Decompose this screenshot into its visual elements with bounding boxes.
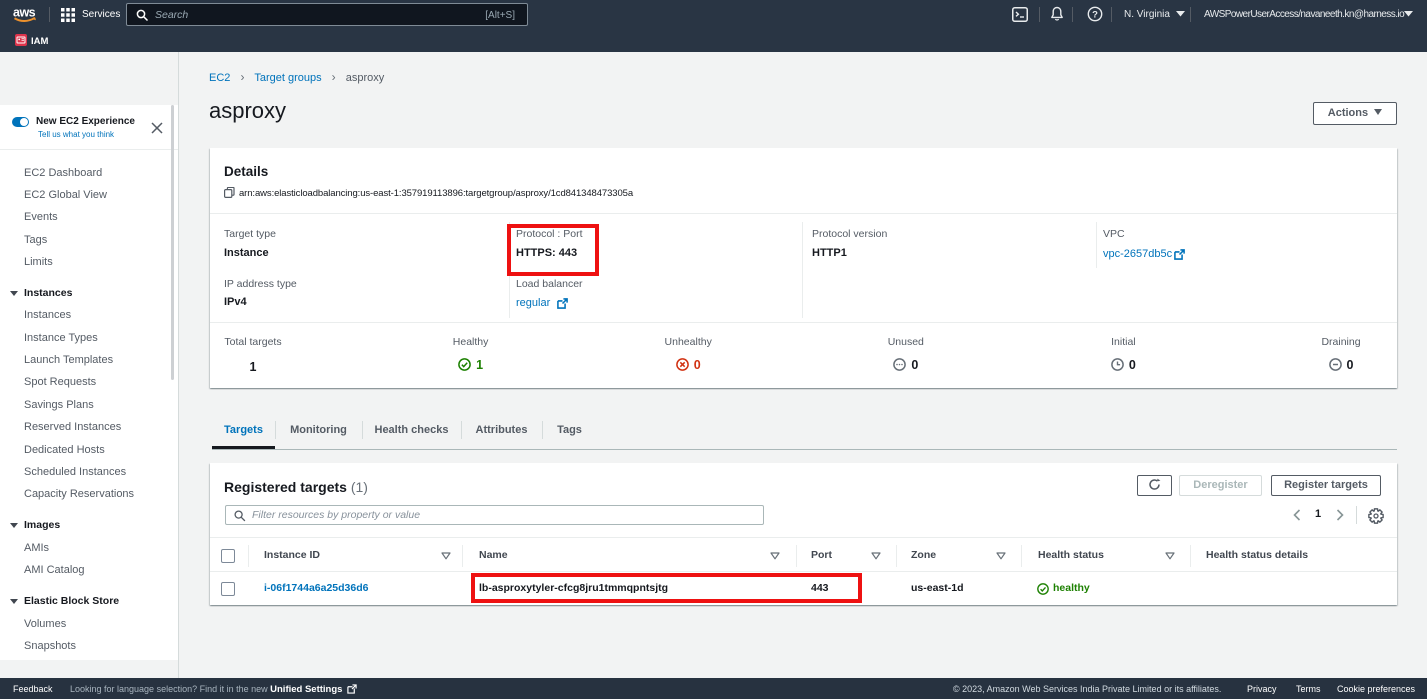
svg-text:aws: aws	[13, 6, 36, 20]
svg-text:?: ?	[1092, 9, 1098, 20]
